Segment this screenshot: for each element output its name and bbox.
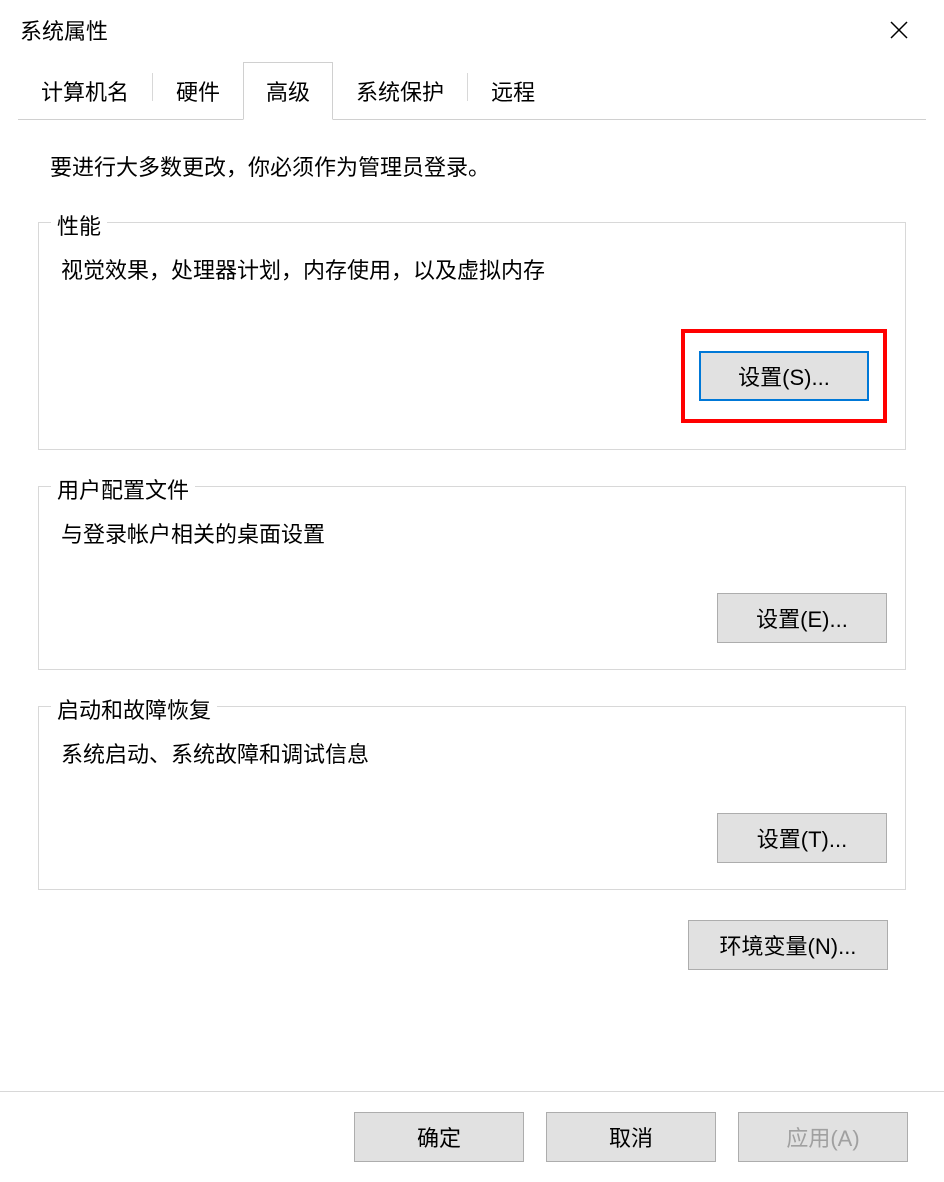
user-profiles-settings-button[interactable]: 设置(E)... [717,593,887,643]
tab-remote[interactable]: 远程 [468,62,558,120]
environment-variables-button[interactable]: 环境变量(N)... [688,920,888,970]
startup-recovery-settings-button[interactable]: 设置(T)... [717,813,887,863]
group-startup-recovery: 启动和故障恢复 系统启动、系统故障和调试信息 设置(T)... [38,706,906,890]
user-profiles-desc: 与登录帐户相关的桌面设置 [57,517,887,549]
tab-computer-name[interactable]: 计算机名 [18,62,152,120]
tab-strip: 计算机名 硬件 高级 系统保护 远程 [0,60,944,120]
tab-advanced[interactable]: 高级 [243,62,333,120]
ok-button[interactable]: 确定 [354,1112,524,1162]
cancel-button[interactable]: 取消 [546,1112,716,1162]
admin-note: 要进行大多数更改，你必须作为管理员登录。 [38,150,906,182]
group-performance: 性能 视觉效果，处理器计划，内存使用，以及虚拟内存 设置(S)... [38,222,906,450]
group-legend-startup-recovery: 启动和故障恢复 [51,693,217,725]
dialog-footer: 确定 取消 应用(A) [0,1091,944,1182]
close-icon [889,20,909,40]
apply-button[interactable]: 应用(A) [738,1112,908,1162]
tab-content: 要进行大多数更改，你必须作为管理员登录。 性能 视觉效果，处理器计划，内存使用，… [0,120,944,1091]
group-legend-user-profiles: 用户配置文件 [51,473,195,505]
performance-settings-button[interactable]: 设置(S)... [699,351,869,401]
tab-system-protection[interactable]: 系统保护 [333,62,467,120]
startup-recovery-desc: 系统启动、系统故障和调试信息 [57,737,887,769]
group-user-profiles: 用户配置文件 与登录帐户相关的桌面设置 设置(E)... [38,486,906,670]
performance-desc: 视觉效果，处理器计划，内存使用，以及虚拟内存 [57,253,887,285]
close-button[interactable] [874,5,924,55]
titlebar: 系统属性 [0,0,944,60]
tab-hardware[interactable]: 硬件 [153,62,243,120]
window-title: 系统属性 [20,14,108,46]
highlight-annotation: 设置(S)... [681,329,887,423]
group-legend-performance: 性能 [51,209,107,241]
